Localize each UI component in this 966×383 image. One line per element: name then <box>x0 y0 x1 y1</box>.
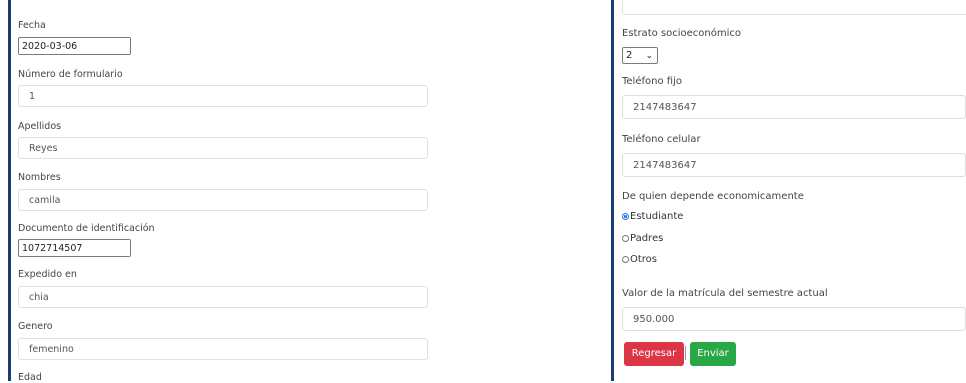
nombres-label: Nombres <box>18 172 61 183</box>
apellidos-field[interactable]: Reyes <box>18 137 428 159</box>
radio-option-padres[interactable]: Padres <box>622 233 663 244</box>
radio-label-padres: Padres <box>630 233 664 244</box>
apellidos-label: Apellidos <box>18 121 62 132</box>
radio-label-estudiante: Estudiante <box>630 211 684 222</box>
right-accent-bar <box>611 0 614 381</box>
numero-formulario-label: Número de formulario <box>18 69 123 80</box>
radio-label-otros: Otros <box>630 254 658 265</box>
nombres-field[interactable]: camila <box>18 189 428 211</box>
radio-unselected-icon[interactable] <box>622 235 629 242</box>
genero-label: Genero <box>18 321 53 332</box>
left-accent-bar <box>8 0 11 381</box>
telefono-fijo-label: Teléfono fijo <box>622 76 682 87</box>
radio-option-estudiante[interactable]: Estudiante <box>622 211 683 222</box>
telefono-celular-field[interactable]: 2147483647 <box>622 153 966 177</box>
fecha-label: Fecha <box>18 20 46 31</box>
estrato-label: Estrato socioeconómico <box>622 28 741 39</box>
telefono-fijo-field[interactable]: 2147483647 <box>622 95 966 119</box>
expedido-field[interactable]: chia <box>18 286 428 308</box>
radio-selected-icon[interactable] <box>622 213 629 220</box>
radio-option-otros[interactable]: Otros <box>622 254 657 265</box>
estrato-select[interactable]: 2 ⌄ <box>622 47 658 64</box>
expedido-label: Expedido en <box>18 269 77 280</box>
dependencia-label: De quien depende economicamente <box>622 191 804 202</box>
documento-input[interactable]: 1072714507 <box>18 239 131 257</box>
fecha-input[interactable]: 2020-03-06 <box>18 37 131 55</box>
regresar-button[interactable]: Regresar <box>624 342 684 366</box>
estrato-select-value: 2 <box>626 50 633 61</box>
numero-formulario-field[interactable]: 1 <box>18 85 428 107</box>
genero-field[interactable]: femenino <box>18 338 428 360</box>
edad-label: Edad <box>18 372 42 383</box>
enviar-button[interactable]: Enviar <box>690 342 736 366</box>
documento-label: Documento de identificación <box>18 223 155 234</box>
button-separator <box>685 346 686 360</box>
telefono-celular-label: Teléfono celular <box>622 134 701 145</box>
previous-field-bottom[interactable] <box>622 0 966 15</box>
matricula-field[interactable]: 950.000 <box>622 307 966 331</box>
chevron-down-icon: ⌄ <box>645 51 653 61</box>
matricula-label: Valor de la matrícula del semestre actua… <box>622 288 828 299</box>
radio-unselected-icon[interactable] <box>622 256 629 263</box>
